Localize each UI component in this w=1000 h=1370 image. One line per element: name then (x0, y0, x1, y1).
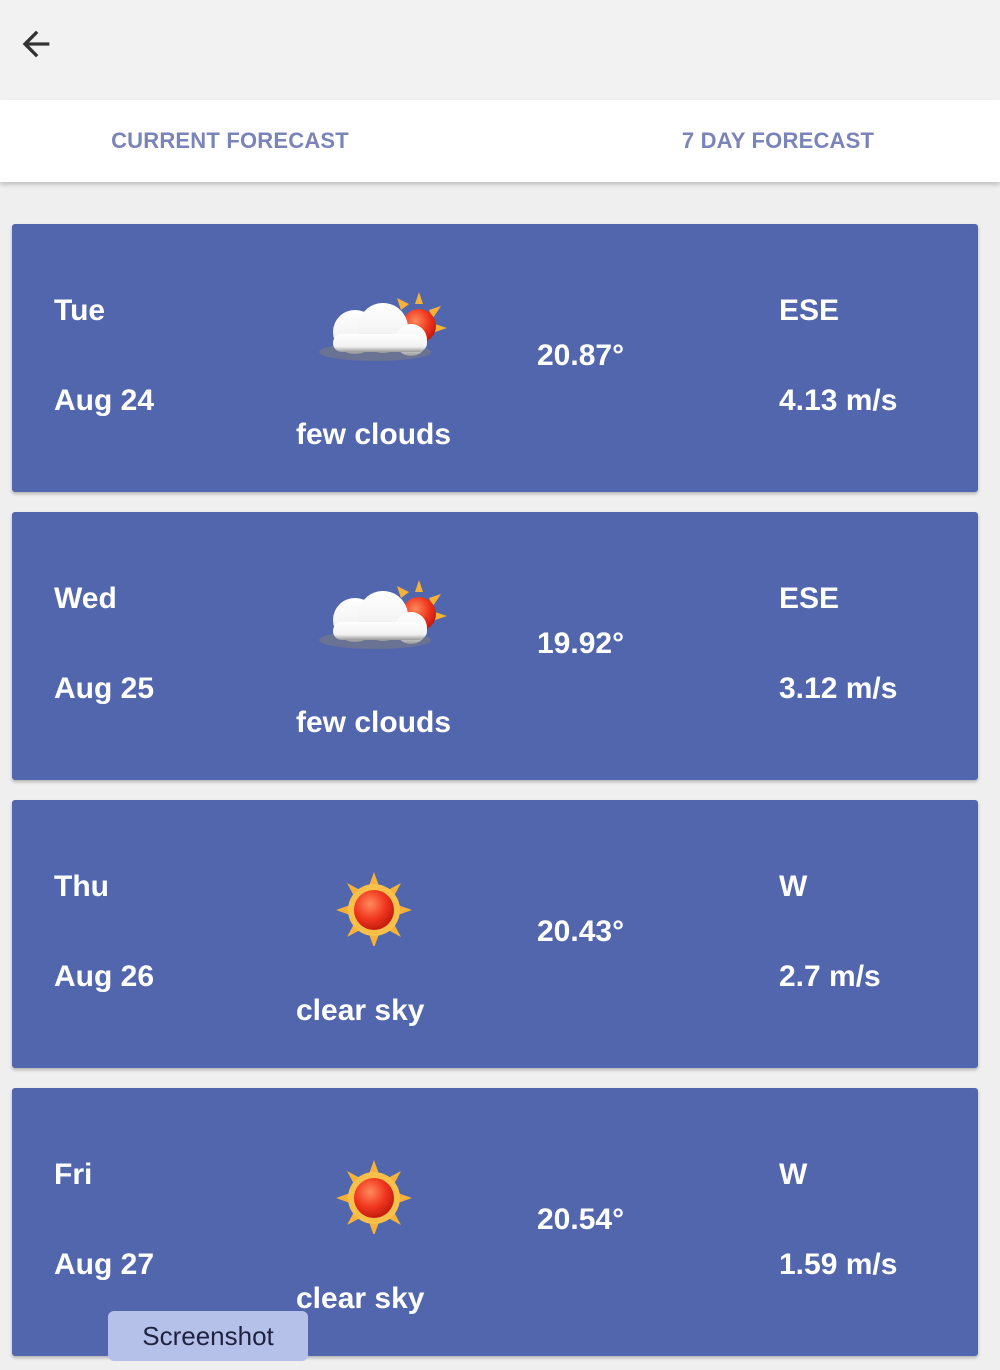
forecast-temperature: 20.87° (537, 339, 625, 372)
wind-speed: 3.12 m/s (779, 672, 898, 705)
wind-direction: W (779, 870, 808, 903)
forecast-temperature: 20.43° (537, 915, 625, 948)
wind-speed: 1.59 m/s (779, 1248, 898, 1281)
app-bar (0, 0, 1000, 100)
forecast-description: few clouds (296, 706, 452, 739)
forecast-day: Fri (54, 1158, 93, 1191)
tab-bar: CURRENT FORECAST 7 DAY FORECAST (0, 100, 1000, 182)
forecast-day: Thu (54, 870, 109, 903)
forecast-card[interactable]: Wed Aug 25 few clouds 19.92° ESE 3.12 m/… (12, 512, 978, 780)
tab-7-day-forecast[interactable]: 7 DAY FORECAST (528, 100, 1000, 182)
few-clouds-icon (319, 580, 447, 649)
forecast-date: Aug 24 (54, 384, 155, 417)
forecast-date: Aug 25 (54, 672, 155, 705)
few-clouds-icon (319, 292, 447, 361)
clear-sky-icon (336, 1160, 412, 1234)
forecast-date: Aug 26 (54, 960, 155, 993)
screenshot-tooltip: Screenshot (108, 1311, 308, 1361)
forecast-date: Aug 27 (54, 1248, 155, 1281)
tab-current-forecast[interactable]: CURRENT FORECAST (0, 100, 480, 182)
forecast-card[interactable]: Tue Aug 24 few clouds 20.87° ESE 4.13 m/… (12, 224, 978, 492)
forecast-description: clear sky (296, 1282, 425, 1315)
forecast-temperature: 19.92° (537, 627, 625, 660)
clear-sky-icon (336, 872, 412, 946)
back-button[interactable] (8, 16, 64, 72)
forecast-card[interactable]: Thu Aug 26 clear sky 20.43° W 2.7 m/s (12, 800, 978, 1068)
forecast-description: clear sky (296, 994, 425, 1027)
forecast-day: Tue (54, 294, 106, 327)
arrow-back-icon (22, 30, 50, 58)
forecast-description: few clouds (296, 418, 452, 451)
wind-speed: 2.7 m/s (779, 960, 881, 993)
wind-direction: ESE (779, 582, 840, 615)
forecast-day: Wed (54, 582, 117, 615)
wind-speed: 4.13 m/s (779, 384, 898, 417)
wind-direction: W (779, 1158, 808, 1191)
wind-direction: ESE (779, 294, 840, 327)
forecast-list: Tue Aug 24 few clouds 20.87° ESE 4.13 m/… (0, 182, 1000, 1370)
forecast-temperature: 20.54° (537, 1203, 625, 1236)
